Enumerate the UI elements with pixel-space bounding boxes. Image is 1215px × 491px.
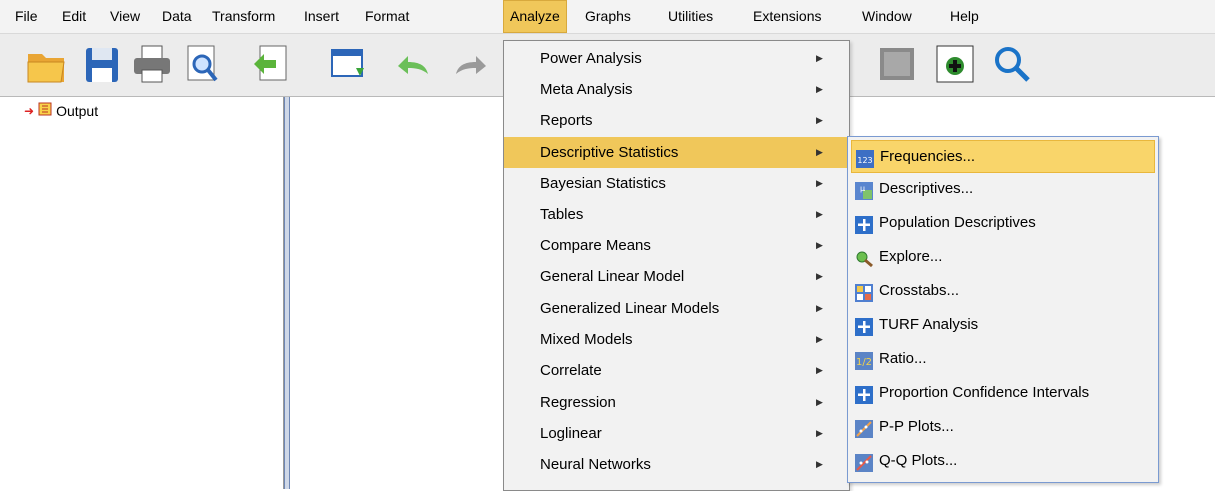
submenu-item-frequencies[interactable]: 123 Frequencies...	[851, 140, 1155, 173]
menu-item-descriptive-statistics[interactable]: Descriptive Statistics ▶	[504, 137, 849, 168]
analyze-menu: Power Analysis ▶ Meta Analysis ▶ Reports ▶ …	[503, 40, 850, 491]
output-outline-pane	[0, 97, 284, 489]
submenu-arrow-icon: ▶	[816, 459, 823, 469]
submenu-item-turf-analysis[interactable]: TURF Analysis	[851, 309, 1153, 340]
ratio-icon: 1/2	[855, 350, 873, 370]
menu-window[interactable]: Window	[856, 0, 918, 33]
submenu-arrow-icon: ▶	[816, 147, 823, 157]
menu-insert[interactable]: Insert	[298, 0, 345, 33]
menu-graphs[interactable]: Graphs	[579, 0, 637, 33]
menu-edit[interactable]: Edit	[56, 0, 92, 33]
submenu-arrow-icon: ▶	[816, 271, 823, 281]
submenu-arrow-icon: ▶	[816, 428, 823, 438]
menu-item-neural-networks[interactable]: Neural Networks ▶	[504, 449, 849, 480]
insert-output-icon[interactable]	[934, 42, 978, 86]
descriptives-icon: μ	[855, 180, 873, 200]
menu-item-loglinear[interactable]: Loglinear ▶	[504, 418, 849, 449]
submenu-item-proportion-confidence-intervals[interactable]: Proportion Confidence Intervals	[851, 377, 1153, 408]
menu-item-regression[interactable]: Regression ▶	[504, 387, 849, 418]
explore-icon	[855, 248, 873, 267]
descriptive-statistics-submenu: 123 Frequencies... μ Descriptives... Pop…	[847, 136, 1159, 483]
menu-item-meta-analysis[interactable]: Meta Analysis ▶	[504, 74, 849, 105]
undo-icon[interactable]	[392, 42, 436, 86]
outline-output-label: Output	[56, 103, 99, 119]
expand-arrow-icon[interactable]: ➜	[24, 101, 34, 121]
outline-output-node[interactable]: ➜ Output	[24, 101, 98, 121]
menu-help[interactable]: Help	[944, 0, 985, 33]
search-icon[interactable]	[990, 42, 1034, 86]
svg-text:123: 123	[857, 156, 872, 165]
submenu-arrow-icon: ▶	[816, 53, 823, 63]
output-book-icon	[38, 101, 52, 121]
plus-icon	[855, 214, 873, 234]
svg-text:μ: μ	[860, 184, 865, 193]
plus-icon	[855, 384, 873, 404]
svg-text:1/2: 1/2	[856, 357, 872, 368]
qq-plots-icon	[855, 452, 873, 472]
redo-icon[interactable]	[448, 42, 492, 86]
crosstabs-icon	[855, 282, 873, 302]
menu-item-bayesian-statistics[interactable]: Bayesian Statistics ▶	[504, 168, 849, 199]
menu-item-compare-means[interactable]: Compare Means ▶	[504, 230, 849, 261]
recall-dialog-icon[interactable]	[328, 42, 372, 86]
submenu-arrow-icon: ▶	[816, 397, 823, 407]
submenu-item-qq-plots[interactable]: Q-Q Plots...	[851, 445, 1153, 476]
submenu-arrow-icon: ▶	[816, 115, 823, 125]
submenu-item-population-descriptives[interactable]: Population Descriptives	[851, 207, 1153, 238]
menu-item-generalized-linear-models[interactable]: Generalized Linear Models ▶	[504, 293, 849, 324]
submenu-arrow-icon: ▶	[816, 334, 823, 344]
menu-file[interactable]: File	[9, 0, 44, 33]
menu-data[interactable]: Data	[156, 0, 198, 33]
menu-item-reports[interactable]: Reports ▶	[504, 105, 849, 136]
submenu-item-crosstabs[interactable]: Crosstabs...	[851, 275, 1153, 306]
plus-icon	[855, 316, 873, 336]
submenu-arrow-icon: ▶	[816, 365, 823, 375]
menu-item-correlate[interactable]: Correlate ▶	[504, 355, 849, 386]
submenu-arrow-icon: ▶	[816, 481, 823, 490]
submenu-arrow-icon: ▶	[816, 303, 823, 313]
menu-view[interactable]: View	[104, 0, 146, 33]
menu-bar: File Edit View Data Transform Insert For…	[0, 0, 1215, 34]
submenu-arrow-icon: ▶	[816, 240, 823, 250]
save-icon[interactable]	[80, 42, 124, 86]
menu-utilities[interactable]: Utilities	[662, 0, 719, 33]
frequencies-icon: 123	[856, 148, 874, 168]
submenu-item-descriptives[interactable]: μ Descriptives...	[851, 173, 1153, 204]
menu-item-tables[interactable]: Tables ▶	[504, 199, 849, 230]
menu-item-power-analysis[interactable]: Power Analysis ▶	[504, 43, 849, 74]
menu-item-classify[interactable]: Classify▶	[504, 481, 849, 490]
menu-extensions[interactable]: Extensions	[747, 0, 827, 33]
menu-format[interactable]: Format	[359, 0, 415, 33]
submenu-item-pp-plots[interactable]: P-P Plots...	[851, 411, 1153, 442]
pane-splitter[interactable]	[284, 97, 290, 489]
menu-item-general-linear-model[interactable]: General Linear Model ▶	[504, 261, 849, 292]
submenu-item-explore[interactable]: Explore...	[851, 241, 1153, 272]
designate-window-icon[interactable]	[876, 42, 920, 86]
submenu-arrow-icon: ▶	[816, 84, 823, 94]
menu-transform[interactable]: Transform	[206, 0, 281, 33]
submenu-item-ratio[interactable]: 1/2 Ratio...	[851, 343, 1153, 374]
pp-plots-icon	[855, 418, 873, 438]
print-preview-icon[interactable]	[180, 42, 224, 86]
menu-item-mixed-models[interactable]: Mixed Models ▶	[504, 324, 849, 355]
submenu-arrow-icon: ▶	[816, 209, 823, 219]
export-icon[interactable]	[250, 42, 294, 86]
print-icon[interactable]	[130, 42, 174, 86]
open-folder-icon[interactable]	[24, 42, 68, 86]
submenu-arrow-icon: ▶	[816, 178, 823, 188]
menu-analyze[interactable]: Analyze	[503, 0, 567, 33]
